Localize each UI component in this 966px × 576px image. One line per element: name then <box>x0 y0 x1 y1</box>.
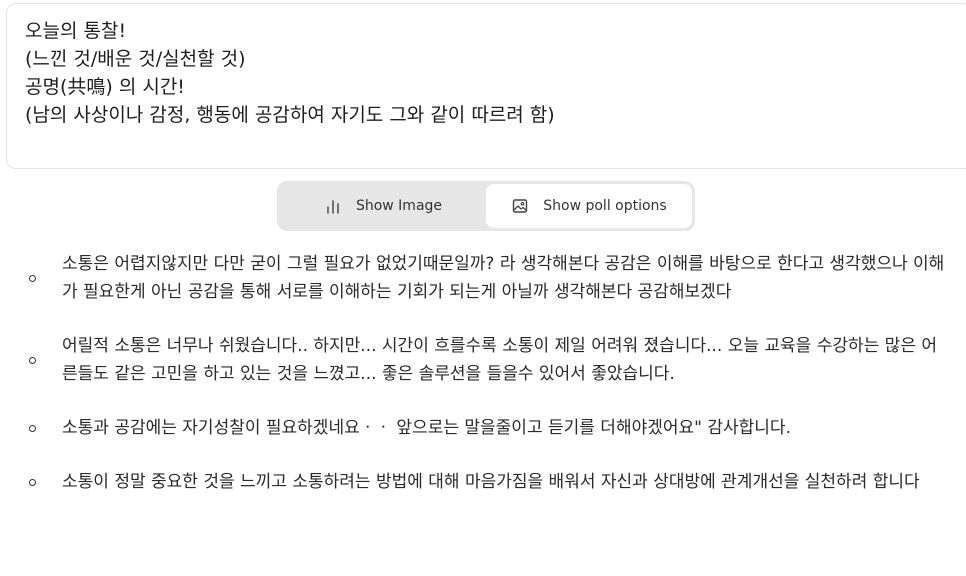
answer-text: 어릴적 소통은 너무나 쉬웠습니다.. 하지만... 시간이 흐를수록 소통이 … <box>62 336 938 384</box>
prompt-heading: 공명(共鳴) 의 시간! <box>25 76 185 98</box>
list-item: 어릴적 소통은 너무나 쉬웠습니다.. 하지만... 시간이 흐를수록 소통이 … <box>0 332 966 388</box>
bullet-icon <box>29 425 36 432</box>
answer-list: 소통은 어렵지않지만 다만 굳이 그럴 필요가 없었기때문일까? 라 생각해본다… <box>0 250 966 522</box>
show-image-label: Show Image <box>355 198 443 214</box>
answer-text: 소통은 어렵지않지만 다만 굳이 그럴 필요가 없었기때문일까? 라 생각해본다… <box>62 254 945 302</box>
answer-text: 소통과 공감에는 자기성찰이 필요하겠네요ㆍㆍ 앞으로는 말을줄이고 듣기를 더… <box>62 418 791 438</box>
view-toggle: Show Image Show poll options <box>277 181 695 231</box>
list-item: 소통이 정말 중요한 것을 느끼고 소통하려는 방법에 대해 마음가짐을 배워서… <box>0 468 966 496</box>
list-item: 소통과 공감에는 자기성찰이 필요하겠네요ㆍㆍ 앞으로는 말을줄이고 듣기를 더… <box>0 414 966 442</box>
list-item: 소통은 어렵지않지만 다만 굳이 그럴 필요가 없었기때문일까? 라 생각해본다… <box>0 250 966 306</box>
prompt-card: 오늘의 통찰! (느낀 것/배운 것/실천할 것) 공명(共鳴) 의 시간! (… <box>6 3 966 169</box>
bullet-icon <box>29 357 36 364</box>
show-poll-options-label: Show poll options <box>543 198 667 214</box>
answer-text: 소통이 정말 중요한 것을 느끼고 소통하려는 방법에 대해 마음가짐을 배워서… <box>62 472 920 492</box>
show-poll-options-button[interactable]: Show poll options <box>486 184 692 228</box>
prompt-title: 오늘의 통찰! <box>25 20 127 42</box>
prompt-description: (남의 사상이나 감정, 행동에 공감하여 자기도 그와 같이 따르려 함) <box>25 104 555 126</box>
bar-chart-icon <box>324 197 342 215</box>
page: 오늘의 통찰! (느낀 것/배운 것/실천할 것) 공명(共鳴) 의 시간! (… <box>0 0 966 576</box>
image-icon <box>511 197 529 215</box>
prompt-subtitle: (느낀 것/배운 것/실천할 것) <box>25 48 246 70</box>
show-image-button[interactable]: Show Image <box>280 184 486 228</box>
bullet-icon <box>29 275 36 282</box>
bullet-icon <box>29 479 36 486</box>
